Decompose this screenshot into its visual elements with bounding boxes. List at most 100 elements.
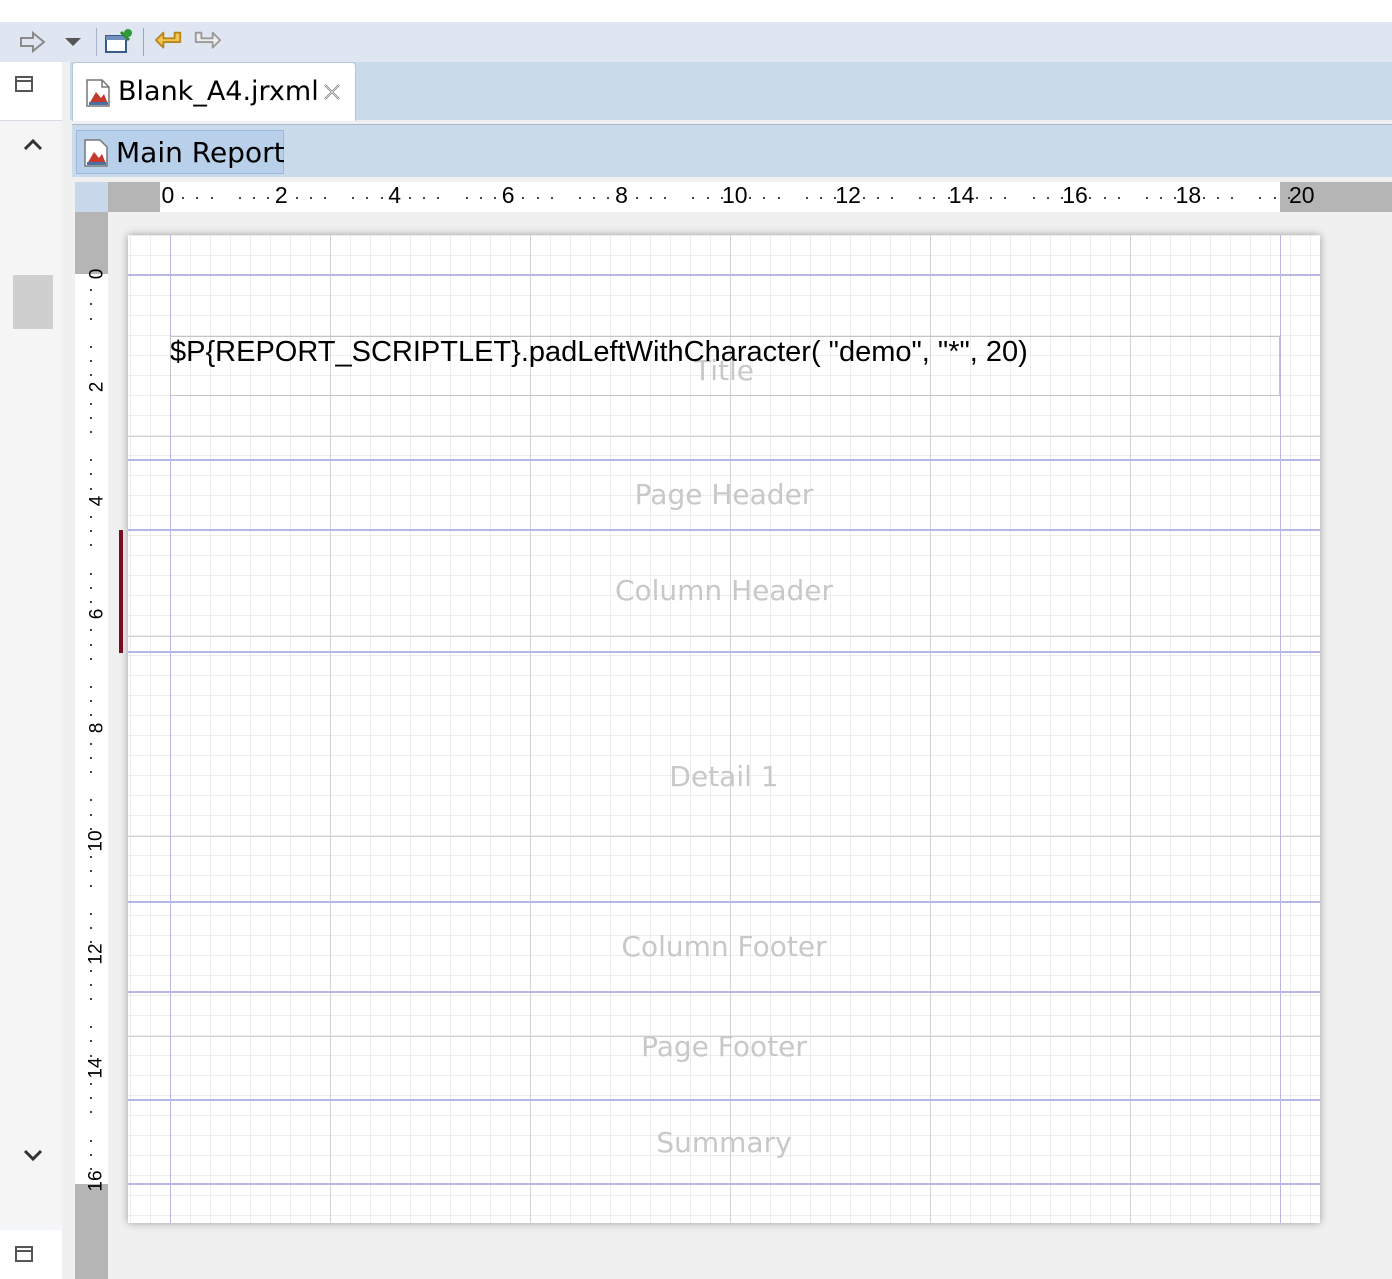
ruler-tick-label: 18 — [1175, 182, 1202, 208]
band-divider-column-footer[interactable] — [128, 991, 1320, 993]
ruler-tick-label: 8 — [86, 722, 108, 733]
band-label-page-footer: Page Footer — [641, 1030, 807, 1063]
ruler-tick-label: 16 — [85, 1170, 107, 1192]
band-divider-title[interactable] — [128, 459, 1320, 461]
ruler-tick-label: 12 — [835, 182, 861, 208]
ruler-tick — [90, 742, 92, 745]
ruler-tick — [90, 870, 92, 873]
restore-icon[interactable] — [15, 76, 33, 92]
band-label-column-header: Column Header — [614, 574, 834, 607]
band-divider-column-header[interactable] — [128, 651, 1320, 653]
ruler-tick — [309, 197, 312, 199]
dropdown-icon[interactable] — [58, 26, 88, 58]
ruler-tick — [90, 912, 92, 915]
left-panel-footer — [0, 1230, 62, 1279]
ruler-tick — [90, 983, 92, 986]
ruler-tick-label: 4 — [86, 495, 108, 507]
forward-arrow-icon[interactable] — [18, 26, 48, 58]
ruler-tick — [90, 969, 92, 972]
undo-icon[interactable] — [154, 26, 184, 58]
left-panel-scroll-thumb[interactable] — [13, 275, 53, 329]
ruler-tick-label: 2 — [86, 382, 108, 393]
ruler-tick — [90, 374, 92, 377]
ruler-corner — [75, 182, 108, 212]
ruler-tick-label: 0 — [161, 182, 175, 208]
ruler-tick-label: 6 — [86, 608, 108, 620]
ruler-tick — [749, 197, 752, 199]
ruler-tick — [1259, 197, 1262, 199]
ruler-tick — [90, 799, 92, 802]
restore-icon[interactable] — [15, 1246, 33, 1262]
ruler-tick — [579, 197, 582, 199]
top-margin-line — [128, 274, 1320, 276]
ruler-tick-label: 16 — [1062, 182, 1088, 208]
ruler-tick — [975, 197, 978, 199]
ruler-tick — [90, 1082, 92, 1085]
ruler-tick-label: 4 — [388, 182, 402, 208]
ruler-tick-label: 14 — [85, 1057, 107, 1079]
ruler-tick — [90, 515, 92, 518]
ruler-tick-label: 2 — [274, 182, 288, 208]
ruler-tick — [763, 197, 766, 199]
ruler-tick — [408, 197, 411, 199]
ruler-tick — [649, 197, 652, 199]
ruler-tick — [1202, 197, 1205, 199]
ruler-tick — [238, 197, 241, 199]
band-divider-page-footer[interactable] — [128, 1099, 1320, 1101]
ruler-tick — [90, 1040, 92, 1043]
ruler-tick — [90, 402, 92, 405]
ruler-tick — [1046, 197, 1049, 199]
ruler-tick — [267, 197, 270, 199]
band-divider-page-header[interactable] — [128, 529, 1320, 531]
ruler-tick — [692, 197, 695, 199]
ruler-tick — [862, 197, 865, 199]
grid-line — [128, 636, 1320, 637]
ruler-tick — [90, 473, 92, 476]
ruler-tick — [607, 197, 610, 199]
ruler-tick — [90, 657, 92, 660]
ruler-tick — [323, 197, 326, 199]
ruler-tick — [1216, 197, 1219, 199]
ruler-tick — [635, 197, 638, 199]
ruler-tick — [90, 756, 92, 759]
band-label-detail: Detail 1 — [669, 760, 779, 793]
ruler-tick — [1103, 197, 1106, 199]
ruler-tick — [90, 1054, 92, 1057]
ruler-tick — [1032, 197, 1035, 199]
ruler-tick — [423, 197, 426, 199]
ruler-tick — [90, 1111, 92, 1114]
ruler-tick — [90, 289, 92, 292]
new-report-icon[interactable] — [103, 26, 133, 58]
toolbar-separator — [96, 28, 97, 56]
ruler-tick — [90, 317, 92, 320]
ruler-tick — [366, 197, 369, 199]
ruler-tick — [437, 197, 440, 199]
ruler-tick — [919, 197, 922, 199]
ruler-tick — [820, 197, 823, 199]
ruler-tick — [1089, 197, 1092, 199]
ruler-tick — [182, 197, 185, 199]
scroll-up-icon[interactable] — [22, 134, 44, 156]
ruler-tick — [1004, 197, 1007, 199]
ruler-tick — [777, 197, 780, 199]
grid-line — [128, 436, 1320, 437]
ruler-tick — [380, 197, 383, 199]
ruler-tick-label: 12 — [85, 943, 107, 965]
redo-icon[interactable] — [192, 26, 222, 58]
ruler-tick — [90, 1139, 92, 1142]
ruler-tick — [593, 197, 596, 199]
scroll-down-icon[interactable] — [22, 1144, 44, 1166]
ruler-tick — [1146, 197, 1149, 199]
vertical-ruler — [75, 212, 108, 1279]
ruler-tick — [90, 997, 92, 1000]
ruler-tick — [90, 856, 92, 859]
ruler-tick — [90, 601, 92, 604]
text-field-expression: $P{REPORT_SCRIPTLET}.padLeftWithCharacte… — [170, 336, 1028, 368]
ruler-tick — [90, 572, 92, 575]
band-divider-detail[interactable] — [128, 901, 1320, 903]
band-divider-summary[interactable] — [128, 1183, 1320, 1185]
close-icon[interactable] — [322, 82, 342, 107]
ruler-tick — [90, 700, 92, 703]
ruler-tick — [479, 197, 482, 199]
ruler-tick — [352, 197, 355, 199]
